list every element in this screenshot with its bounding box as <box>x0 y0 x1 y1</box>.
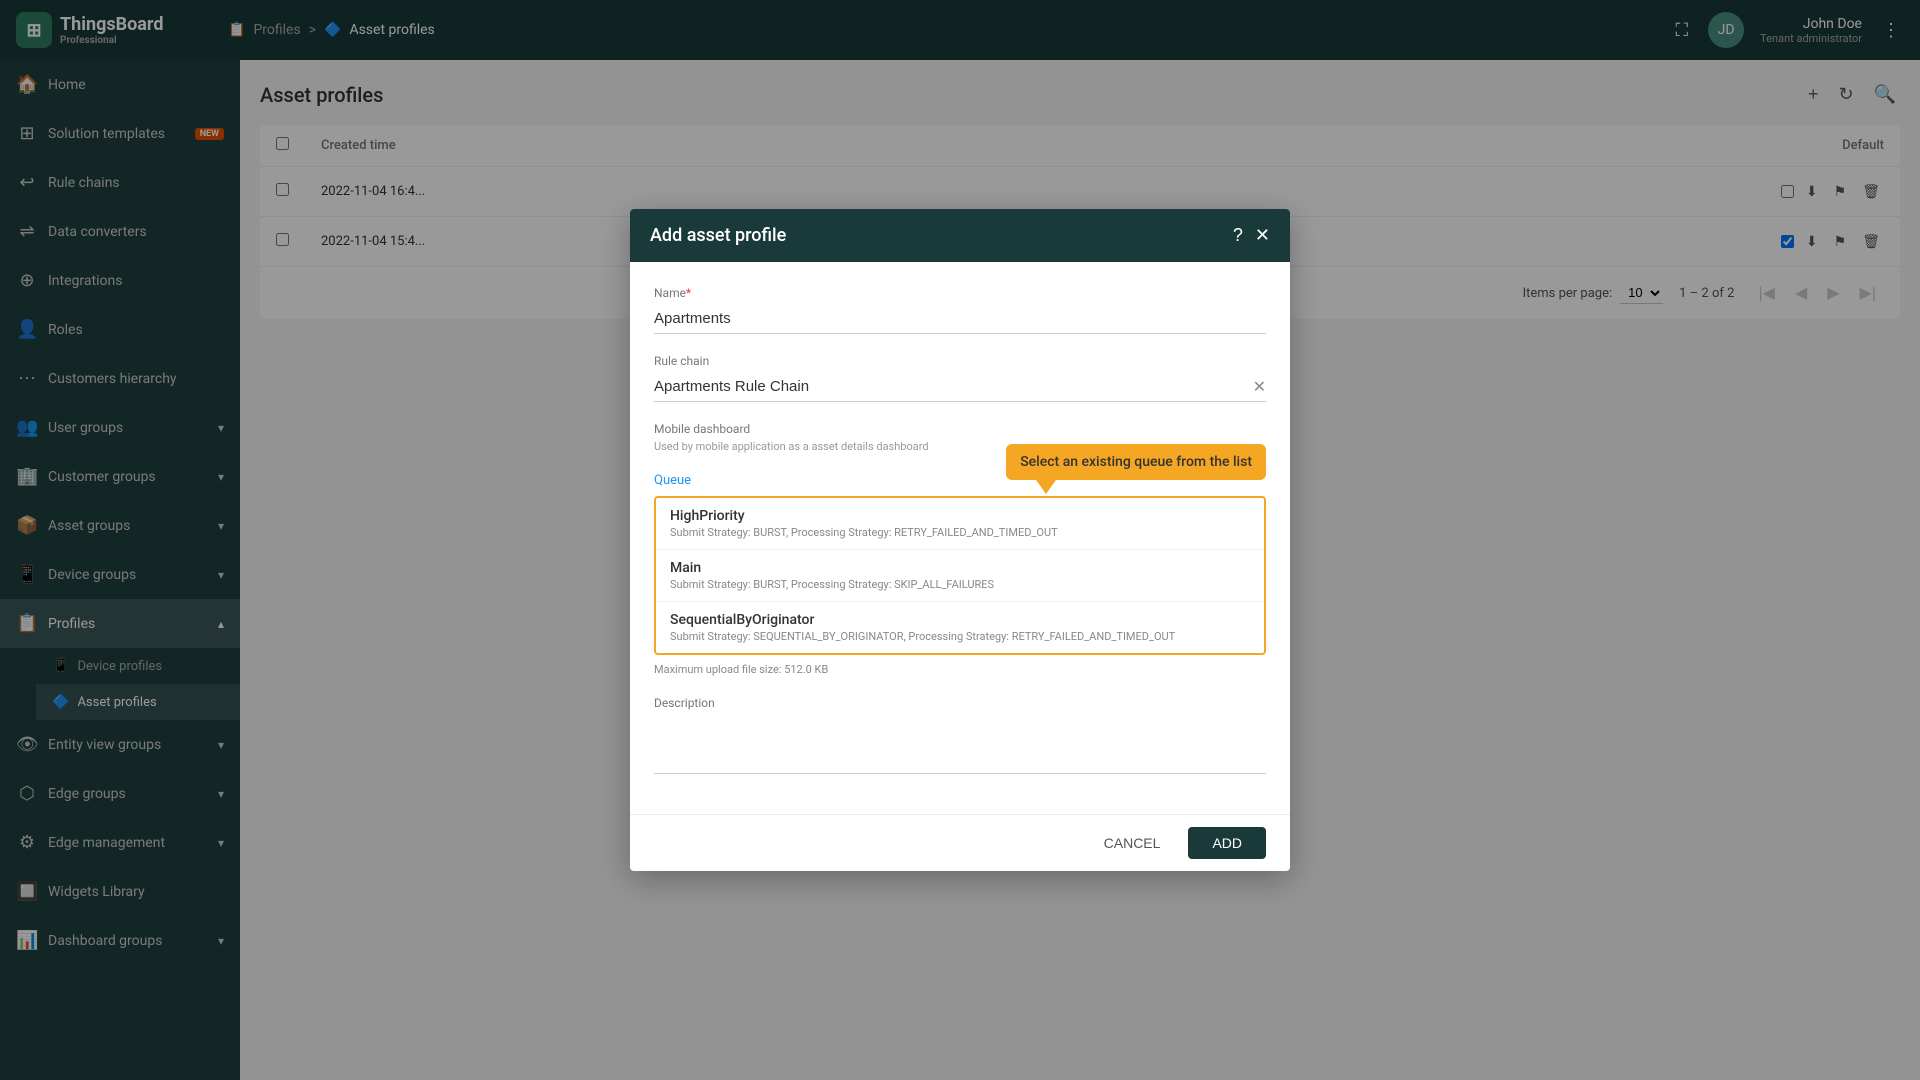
queue-item-detail: Submit Strategy: BURST, Processing Strat… <box>670 526 1250 539</box>
rule-chain-field: Rule chain ✕ <box>654 354 1266 402</box>
add-asset-profile-dialog: Add asset profile ? ✕ Name* Rule chain ✕ <box>630 209 1290 871</box>
dialog-header-actions: ? ✕ <box>1233 225 1270 246</box>
name-label: Name* <box>654 286 1266 300</box>
queue-item-name: HighPriority <box>670 508 1250 524</box>
queue-field: Queue Select an existing queue from the … <box>654 473 1266 676</box>
rule-chain-clear-button[interactable]: ✕ <box>1253 377 1266 397</box>
rule-chain-label: Rule chain <box>654 354 1266 368</box>
queue-item-main[interactable]: Main Submit Strategy: BURST, Processing … <box>656 550 1264 602</box>
dialog-footer: Cancel Add <box>630 814 1290 871</box>
queue-item-sequential[interactable]: SequentialByOriginator Submit Strategy: … <box>656 602 1264 653</box>
dialog-body: Name* Rule chain ✕ Mobile dashboard Used… <box>630 262 1290 814</box>
add-button[interactable]: Add <box>1188 827 1266 859</box>
tooltip-arrow <box>1036 480 1056 494</box>
name-field: Name* <box>654 286 1266 334</box>
queue-dropdown[interactable]: HighPriority Submit Strategy: BURST, Pro… <box>654 496 1266 655</box>
cancel-button[interactable]: Cancel <box>1088 827 1177 859</box>
name-input[interactable] <box>654 304 1266 334</box>
tooltip-container: Select an existing queue from the list <box>1006 444 1266 480</box>
dialog-title: Add asset profile <box>650 225 786 246</box>
rule-chain-input[interactable] <box>654 372 1253 401</box>
dialog-help-button[interactable]: ? <box>1233 225 1243 246</box>
dialog-overlay[interactable]: Add asset profile ? ✕ Name* Rule chain ✕ <box>0 0 1920 1080</box>
tooltip-text: Select an existing queue from the list <box>1020 454 1252 470</box>
rule-chain-input-container: ✕ <box>654 372 1266 402</box>
queue-item-detail: Submit Strategy: SEQUENTIAL_BY_ORIGINATO… <box>670 630 1250 643</box>
queue-item-detail: Submit Strategy: BURST, Processing Strat… <box>670 578 1250 591</box>
dialog-header: Add asset profile ? ✕ <box>630 209 1290 262</box>
queue-item-name: Main <box>670 560 1250 576</box>
description-textarea[interactable] <box>654 714 1266 774</box>
mobile-dashboard-label: Mobile dashboard <box>654 422 1266 436</box>
queue-item-highpriority[interactable]: HighPriority Submit Strategy: BURST, Pro… <box>656 498 1264 550</box>
tooltip-box: Select an existing queue from the list <box>1006 444 1266 480</box>
description-field: Description <box>654 696 1266 778</box>
description-label: Description <box>654 696 1266 710</box>
queue-item-name: SequentialByOriginator <box>670 612 1250 628</box>
upload-info: Maximum upload file size: 512.0 KB <box>654 663 1266 676</box>
dialog-close-button[interactable]: ✕ <box>1255 225 1270 246</box>
